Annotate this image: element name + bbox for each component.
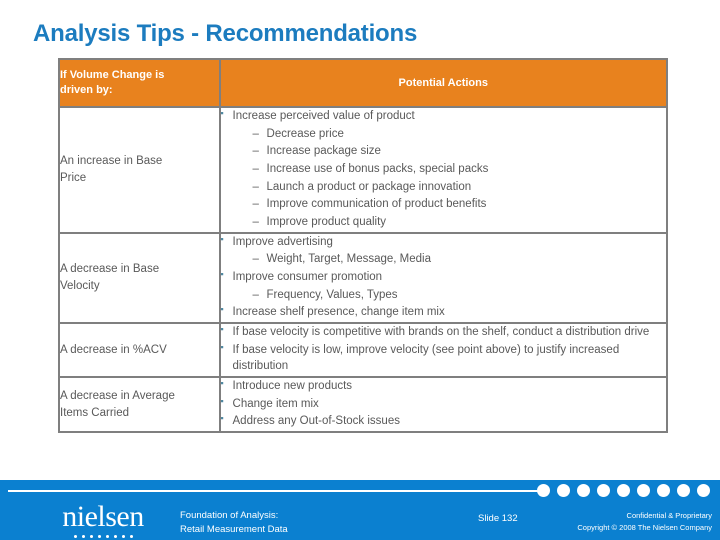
table-row: A decrease in Base Velocity Improve adve… <box>58 231 669 325</box>
driver-line1: A decrease in Average <box>60 389 175 402</box>
page-title: Analysis Tips - Recommendations <box>33 20 418 47</box>
action-item: Weight, Target, Message, Media <box>221 251 666 268</box>
footer-dot-icon <box>697 484 710 497</box>
footer-dots-decoration <box>537 484 710 497</box>
action-item: Improve advertising <box>221 233 666 251</box>
logo-dot-icon <box>97 535 101 538</box>
footer-dot-icon <box>677 484 690 497</box>
action-item: Increase shelf presence, change item mix <box>221 303 666 321</box>
column-header-driver: If Volume Change is driven by: <box>58 58 221 108</box>
column-header-driver-line2: driven by: <box>60 84 113 96</box>
logo-dot-icon <box>81 535 85 538</box>
action-item: Improve communication of product benefit… <box>221 196 666 213</box>
action-list: Introduce new products Change item mix A… <box>221 377 666 430</box>
footer-legal-line2: Copyright © 2008 The Nielsen Company <box>577 522 712 532</box>
driver-line2: Velocity <box>60 279 100 292</box>
footer-dot-icon <box>637 484 650 497</box>
action-item: If base velocity is low, improve velocit… <box>221 341 666 375</box>
driver-line2: Price <box>60 171 87 184</box>
logo-dot-icon <box>89 535 93 538</box>
driver-cell: A decrease in %ACV <box>58 322 221 379</box>
actions-cell: Introduce new products Change item mix A… <box>218 376 669 434</box>
action-list: Improve advertising Weight, Target, Mess… <box>221 233 666 321</box>
driver-cell: A decrease in Average Items Carried <box>58 376 221 434</box>
footer-subject-line2: Retail Measurement Data <box>180 524 288 536</box>
driver-line1: A decrease in Base <box>60 263 160 276</box>
footer-divider-line <box>8 490 548 492</box>
footer-subject-line1: Foundation of Analysis: <box>180 510 279 521</box>
nielsen-logo-dots <box>33 535 173 538</box>
table-row: A decrease in Average Items Carried Intr… <box>58 376 669 434</box>
logo-dot-icon <box>105 535 109 538</box>
logo-dot-icon <box>129 535 133 538</box>
column-header-driver-line1: If Volume Change is <box>60 69 165 82</box>
table-row: An increase in Base Price Increase perce… <box>58 106 669 234</box>
action-item: Change item mix <box>221 395 666 413</box>
footer-legal: Confidential & Proprietary Copyright © 2… <box>577 510 712 533</box>
column-header-actions: Potential Actions <box>218 58 669 108</box>
action-list: Increase perceived value of product Decr… <box>221 107 666 231</box>
table-header-row: If Volume Change is driven by: Potential… <box>58 58 669 108</box>
actions-cell: Improve advertising Weight, Target, Mess… <box>218 231 669 325</box>
nielsen-logo-text: nielsen <box>62 500 144 533</box>
driver-cell: A decrease in Base Velocity <box>58 231 221 325</box>
recommendations-table: If Volume Change is driven by: Potential… <box>58 58 669 434</box>
table-row: A decrease in %ACV If base velocity is c… <box>58 322 669 379</box>
action-item: Improve consumer promotion <box>221 268 666 286</box>
footer-dot-icon <box>657 484 670 497</box>
action-list: If base velocity is competitive with bra… <box>221 323 666 375</box>
action-item: Launch a product or package innovation <box>221 179 666 196</box>
driver-line1: An increase in Base <box>60 155 163 168</box>
footer-dot-icon <box>577 484 590 497</box>
slide-footer: nielsen Foundation of Analysis: Retail M… <box>0 480 720 540</box>
action-item: Improve product quality <box>221 214 666 231</box>
footer-dot-icon <box>537 484 550 497</box>
footer-dot-icon <box>557 484 570 497</box>
action-item: Address any Out-of-Stock issues <box>221 412 666 430</box>
action-item: If base velocity is competitive with bra… <box>221 323 666 341</box>
actions-cell: Increase perceived value of product Decr… <box>218 106 669 234</box>
action-item: Increase perceived value of product <box>221 107 666 125</box>
action-item: Increase package size <box>221 143 666 160</box>
driver-line1: A decrease in %ACV <box>60 343 167 356</box>
driver-cell: An increase in Base Price <box>58 106 221 234</box>
actions-cell: If base velocity is competitive with bra… <box>218 322 669 379</box>
driver-line2: Items Carried <box>60 406 130 419</box>
footer-dot-icon <box>597 484 610 497</box>
logo-dot-icon <box>73 535 77 538</box>
slide-number: Slide 132 <box>478 513 518 524</box>
action-item: Frequency, Values, Types <box>221 287 666 304</box>
footer-legal-line1: Confidential & Proprietary <box>626 511 712 520</box>
action-item: Increase use of bonus packs, special pac… <box>221 161 666 178</box>
footer-dot-icon <box>617 484 630 497</box>
footer-subject: Foundation of Analysis: Retail Measureme… <box>180 509 288 538</box>
action-item: Decrease price <box>221 126 666 143</box>
nielsen-logo: nielsen <box>33 502 173 538</box>
action-item: Introduce new products <box>221 377 666 395</box>
logo-dot-icon <box>121 535 125 538</box>
logo-dot-icon <box>113 535 117 538</box>
